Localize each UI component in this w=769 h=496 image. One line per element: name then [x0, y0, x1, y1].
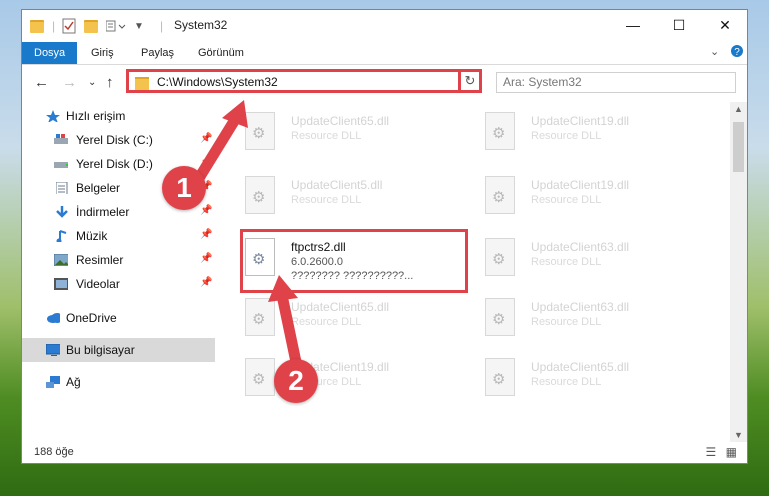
callout-1-badge: 1: [162, 166, 206, 210]
callout-2-badge: 2: [274, 359, 318, 403]
callout-arrows: [190, 100, 302, 368]
